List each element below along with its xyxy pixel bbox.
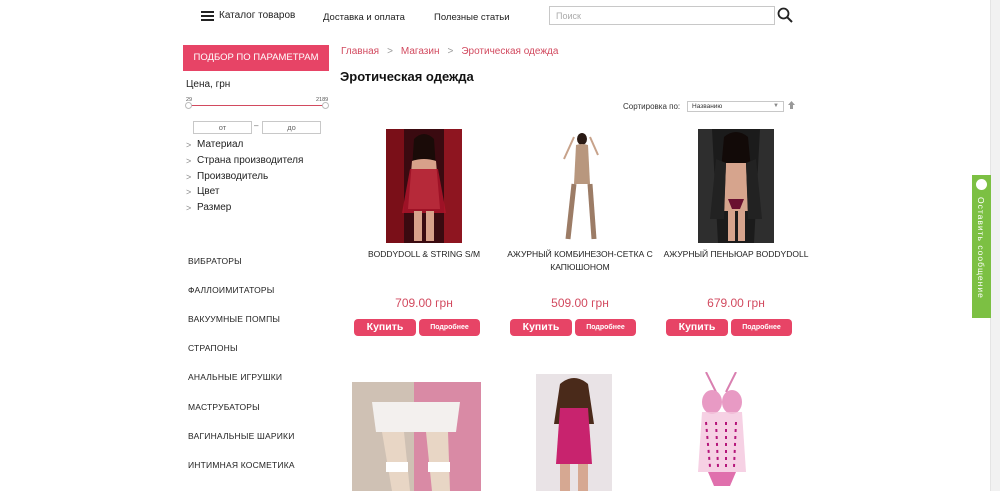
filter-color[interactable]: > Цвет [186, 186, 219, 197]
page-title: Эротическая одежда [340, 69, 474, 84]
chevron-right-icon: > [186, 139, 192, 150]
product-image[interactable] [505, 129, 655, 243]
details-button[interactable]: Подробнее [419, 319, 480, 336]
breadcrumb-separator: > [387, 46, 393, 57]
page-scrollbar[interactable] [990, 0, 1000, 491]
catalog-menu-button[interactable]: Каталог товаров [201, 10, 295, 21]
product-price: 509.00 грн [551, 296, 609, 310]
product-photo [676, 372, 766, 491]
price-slider-max-handle[interactable] [322, 102, 329, 109]
chevron-right-icon: > [186, 171, 192, 182]
product-image[interactable] [349, 129, 499, 243]
category-link-pumps[interactable]: ВАКУУМНЫЕ ПОМПЫ [188, 314, 280, 324]
product-image[interactable] [661, 129, 811, 243]
product-image[interactable] [676, 372, 766, 491]
product-image[interactable] [352, 382, 481, 491]
filter-country[interactable]: > Страна производителя [186, 155, 303, 166]
filter-size[interactable]: > Размер [186, 202, 231, 213]
buy-button[interactable]: Купить [510, 319, 572, 336]
nav-link-articles[interactable]: Полезные статьи [434, 12, 510, 23]
nav-link-delivery[interactable]: Доставка и оплата [323, 12, 405, 23]
product-price: 679.00 грн [707, 296, 765, 310]
product-price: 709.00 грн [395, 296, 453, 310]
product-name[interactable]: BODDYDOLL & STRING S/M [349, 248, 499, 261]
details-button[interactable]: Подробнее [575, 319, 636, 336]
breadcrumb-home[interactable]: Главная [341, 46, 379, 57]
sort-direction-icon[interactable] [788, 101, 795, 109]
chat-bubble-icon [976, 179, 987, 190]
sort-select-value: Названию [692, 103, 723, 110]
search-input[interactable] [549, 6, 775, 25]
product-photo [542, 129, 618, 243]
breadcrumb: Главная > Магазин > Эротическая одежда [341, 46, 558, 57]
category-link-masturbators[interactable]: МАСТРУБАТОРЫ [188, 402, 260, 412]
chevron-down-icon: ▼ [773, 103, 779, 109]
breadcrumb-separator: > [447, 46, 454, 57]
product-photo [352, 382, 481, 491]
price-filter-label: Цена, грн [186, 79, 231, 90]
price-slider-track[interactable] [188, 105, 326, 106]
product-photo [386, 129, 462, 243]
sort-label: Сортировка по: [623, 102, 681, 111]
category-link-cosmetics[interactable]: ИНТИМНАЯ КОСМЕТИКА [188, 460, 295, 470]
leave-message-widget[interactable]: Оставить сообщение [972, 175, 991, 318]
filter-label: Производитель [197, 171, 269, 182]
chevron-right-icon: > [186, 202, 192, 213]
product-name[interactable]: АЖУРНЫЙ КОМБИНЕЗОН-СЕТКА С КАПЮШОНОМ [505, 248, 655, 273]
price-slider-min-handle[interactable] [185, 102, 192, 109]
price-range-dash: – [254, 121, 259, 130]
filter-label: Цвет [197, 186, 220, 197]
product-image[interactable] [536, 374, 612, 491]
chevron-right-icon: > [186, 155, 192, 166]
sort-select[interactable]: Названию ▼ [687, 101, 784, 112]
chevron-right-icon: > [186, 186, 192, 197]
product-name[interactable]: АЖУРНЫЙ ПЕНЬЮАР BODDYDOLL [661, 248, 811, 261]
category-link-strapons[interactable]: СТРАПОНЫ [188, 343, 238, 353]
breadcrumb-shop[interactable]: Магазин [401, 46, 440, 57]
filter-material[interactable]: > Материал [186, 139, 243, 150]
filter-manufacturer[interactable]: > Производитель [186, 171, 268, 182]
buy-button[interactable]: Купить [354, 319, 416, 336]
filter-label: Размер [197, 202, 232, 213]
category-link-vibrators[interactable]: ВИБРАТОРЫ [188, 256, 242, 266]
breadcrumb-current: Эротическая одежда [461, 46, 559, 57]
category-link-dildos[interactable]: ФАЛЛОИМИТАТОРЫ [188, 285, 275, 295]
search-icon[interactable] [777, 7, 793, 23]
top-navigation-bar: Каталог товаров Доставка и оплата Полезн… [0, 0, 1000, 32]
price-to-input[interactable] [262, 121, 321, 134]
leave-message-label: Оставить сообщение [976, 197, 986, 299]
filter-label: Материал [197, 139, 244, 150]
category-link-anal-toys[interactable]: АНАЛЬНЫЕ ИГРУШКИ [188, 372, 282, 382]
hamburger-icon [201, 10, 214, 21]
filter-label: Страна производителя [197, 155, 304, 166]
buy-button[interactable]: Купить [666, 319, 728, 336]
product-photo [536, 374, 612, 491]
price-from-input[interactable] [193, 121, 252, 134]
category-link-vaginal-balls[interactable]: ВАГИНАЛЬНЫЕ ШАРИКИ [188, 431, 295, 441]
catalog-menu-label: Каталог товаров [219, 10, 296, 21]
product-photo [698, 129, 774, 243]
filter-by-parameters-button[interactable]: ПОДБОР ПО ПАРАМЕТРАМ [183, 45, 329, 71]
details-button[interactable]: Подробнее [731, 319, 792, 336]
